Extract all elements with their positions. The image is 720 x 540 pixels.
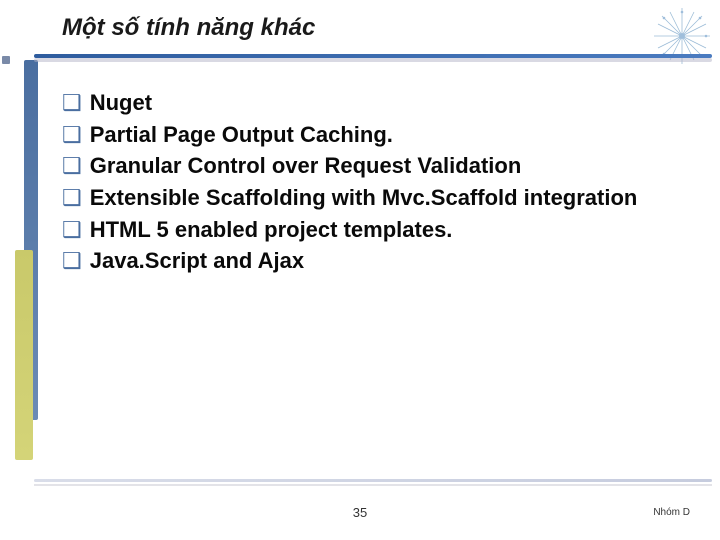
checkbox-bullet-icon: ❑ <box>62 120 82 150</box>
slide: Một số tính năng khác ❑ Nuget ❑ Partial … <box>0 0 720 540</box>
list-item: ❑ Extensible Scaffolding with Mvc.Scaffo… <box>62 183 680 213</box>
checkbox-bullet-icon: ❑ <box>62 151 82 181</box>
list-item: ❑ Granular Control over Request Validati… <box>62 151 680 181</box>
slide-title: Một số tính năng khác <box>62 14 670 42</box>
title-rule-shadow <box>34 58 712 62</box>
checkbox-bullet-icon: ❑ <box>62 215 82 245</box>
page-number: 35 <box>0 505 720 520</box>
list-item: ❑ Java.Script and Ajax <box>62 246 680 276</box>
bottom-rule <box>34 479 712 482</box>
list-item: ❑ HTML 5 enabled project templates. <box>62 215 680 245</box>
bullet-text: HTML 5 enabled project templates. <box>90 215 453 245</box>
list-item: ❑ Partial Page Output Caching. <box>62 120 680 150</box>
bullet-text: Java.Script and Ajax <box>90 246 304 276</box>
list-item: ❑ Nuget <box>62 88 680 118</box>
bottom-rule-shadow <box>34 484 712 486</box>
checkbox-bullet-icon: ❑ <box>62 88 82 118</box>
left-dot-decoration <box>2 56 10 64</box>
checkbox-bullet-icon: ❑ <box>62 183 82 213</box>
left-yellow-bar <box>15 250 33 460</box>
title-area: Một số tính năng khác <box>62 14 670 42</box>
footer-group-label: Nhóm D <box>653 507 690 518</box>
content-area: ❑ Nuget ❑ Partial Page Output Caching. ❑… <box>62 88 680 278</box>
bullet-text: Granular Control over Request Validation <box>90 151 522 181</box>
bullet-text: Nuget <box>90 88 152 118</box>
bullet-text: Extensible Scaffolding with Mvc.Scaffold… <box>90 183 638 213</box>
checkbox-bullet-icon: ❑ <box>62 246 82 276</box>
bullet-text: Partial Page Output Caching. <box>90 120 393 150</box>
